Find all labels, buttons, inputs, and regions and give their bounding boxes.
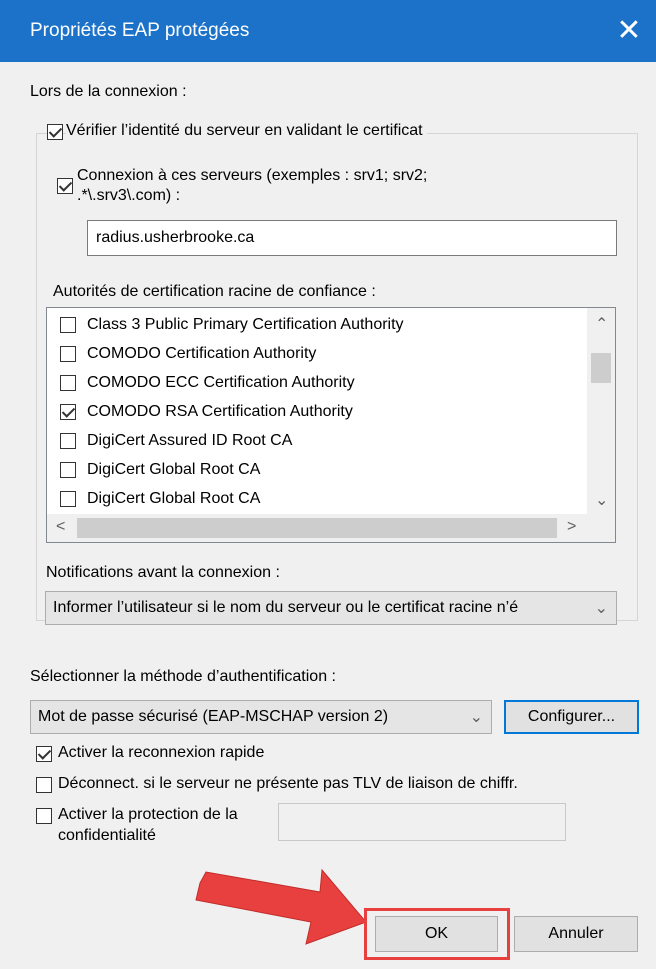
arrow-icon: [195, 868, 367, 945]
annotation-arrow: [195, 868, 367, 945]
cancel-button[interactable]: Annuler: [514, 916, 638, 952]
ok-button[interactable]: OK: [375, 916, 498, 952]
